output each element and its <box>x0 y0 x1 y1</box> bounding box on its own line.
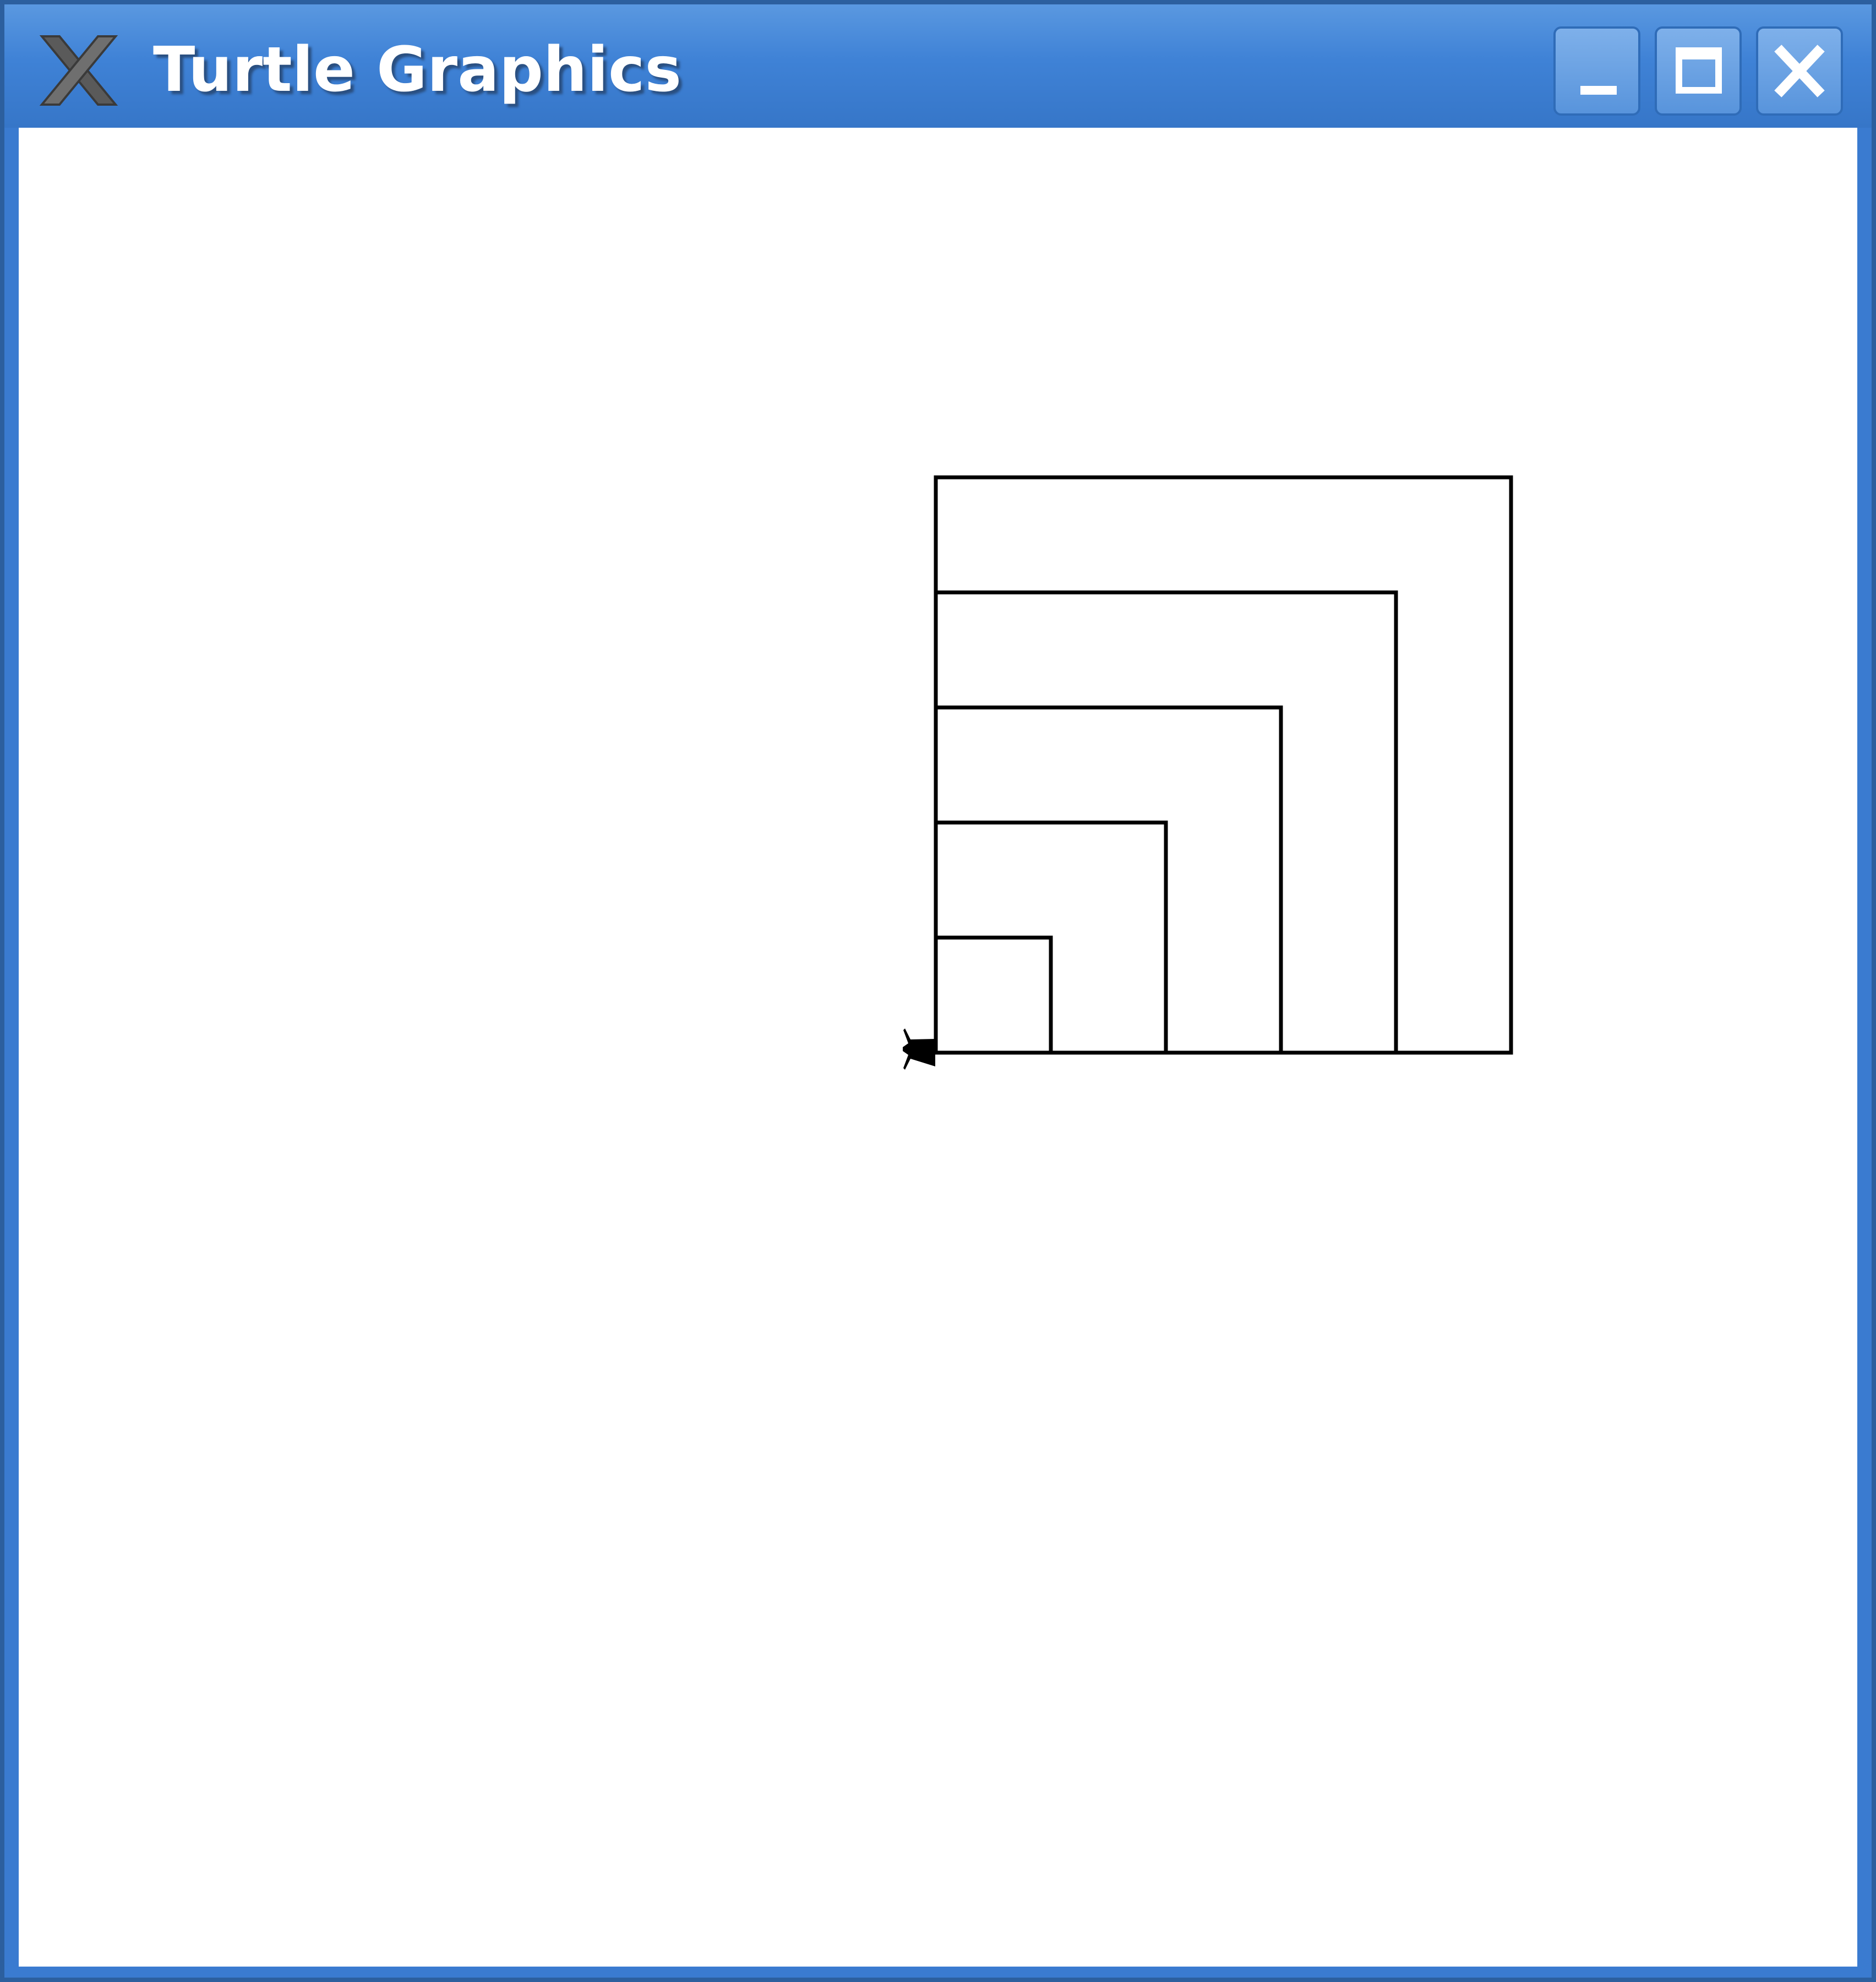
turtle-drawing <box>903 475 1513 1070</box>
maximize-button[interactable] <box>1655 26 1742 116</box>
maximize-icon <box>1676 47 1722 94</box>
turtle-cursor-icon <box>903 1028 935 1070</box>
minimize-button[interactable] <box>1553 26 1640 116</box>
square-3 <box>934 705 1283 1055</box>
square-1 <box>934 935 1053 1055</box>
turtle-canvas[interactable] <box>19 128 1857 1967</box>
title-bar[interactable]: Turtle Graphics <box>4 4 1872 128</box>
window-title: Turtle Graphics <box>153 34 682 106</box>
x-logo-icon[interactable] <box>37 32 120 109</box>
minimize-icon <box>1580 86 1617 95</box>
close-button[interactable] <box>1756 26 1843 116</box>
squares-group <box>934 475 1513 1055</box>
square-5 <box>934 475 1513 1055</box>
close-icon <box>1774 45 1825 97</box>
turtle-window: Turtle Graphics <box>0 0 1876 1982</box>
